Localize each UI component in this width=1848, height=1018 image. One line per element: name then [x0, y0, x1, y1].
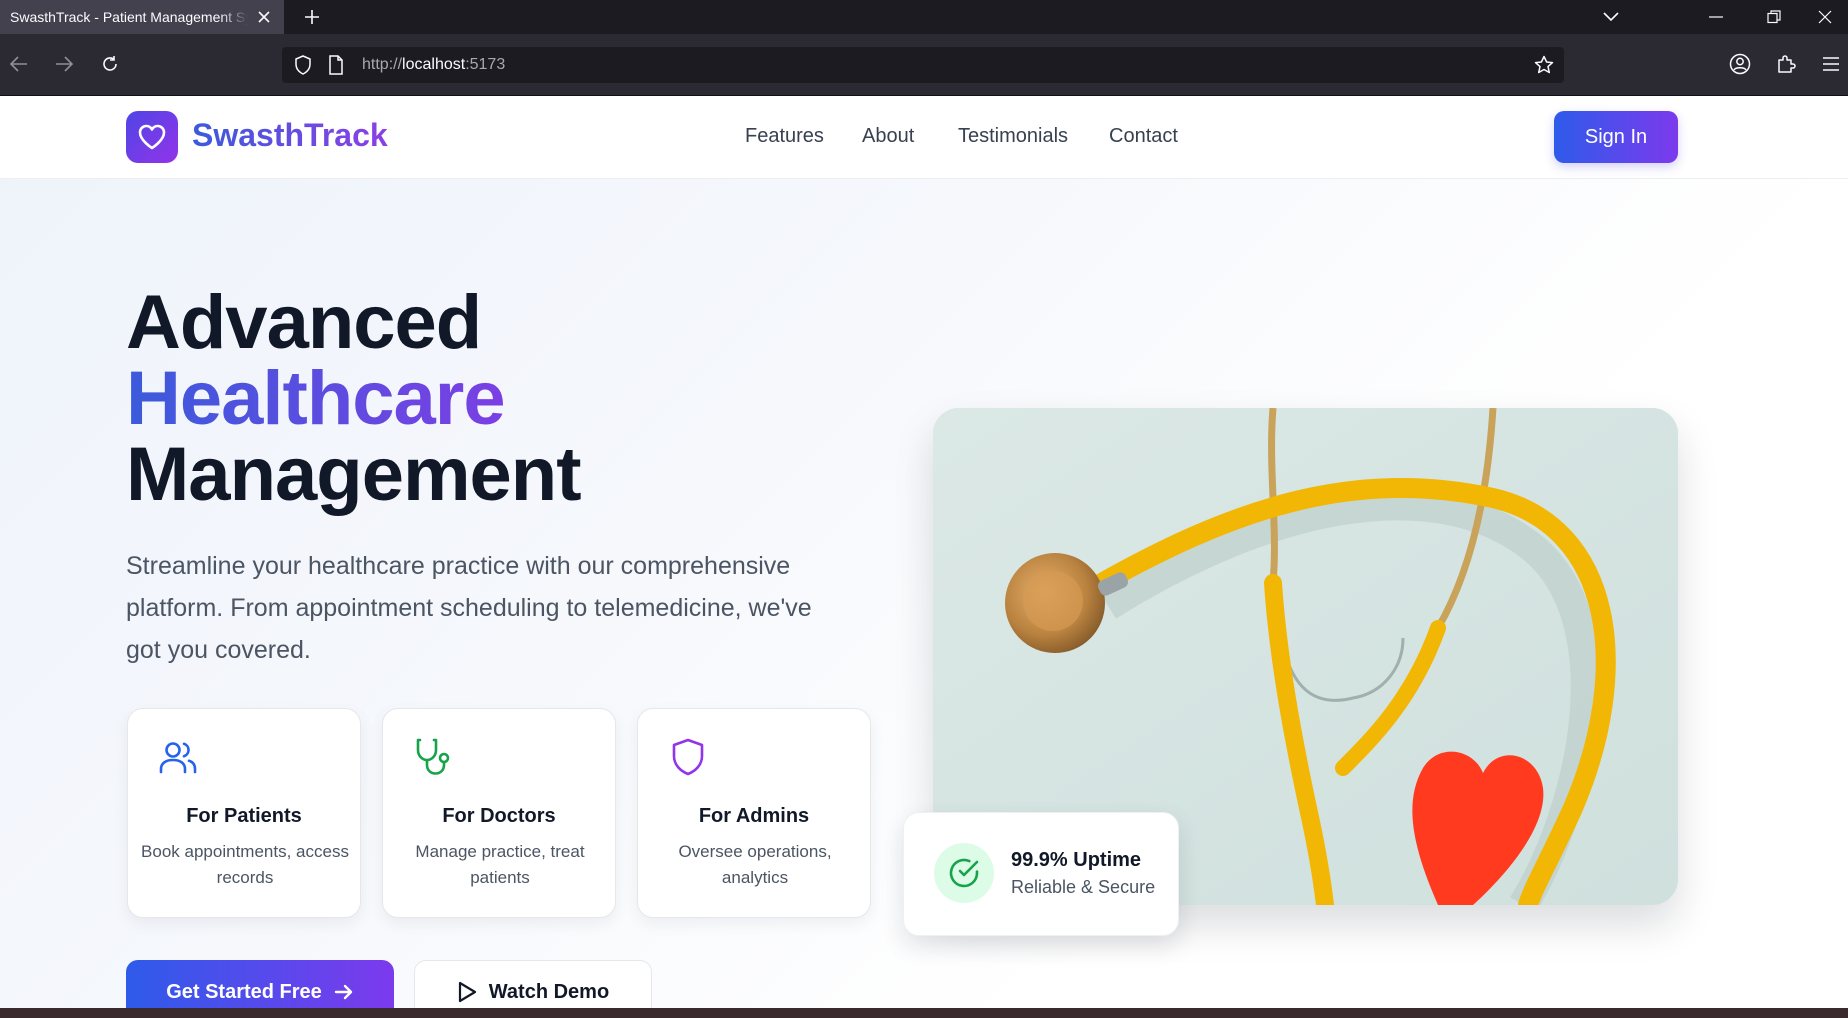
- watch-demo-label: Watch Demo: [488, 980, 610, 1003]
- tab-title: SwasthTrack - Patient Management System: [10, 9, 248, 25]
- shield-icon: [672, 738, 704, 776]
- card-description: Manage practice, treat patients: [415, 842, 585, 887]
- users-icon: [159, 742, 197, 774]
- watch-demo-button[interactable]: Watch Demo: [414, 960, 652, 1008]
- window-close-icon[interactable]: [1802, 0, 1848, 34]
- new-tab-icon[interactable]: [300, 5, 324, 29]
- sign-in-button[interactable]: Sign In: [1554, 111, 1678, 163]
- url-scheme: http://: [362, 56, 403, 73]
- arrow-right-icon: [334, 984, 352, 1000]
- nav-about[interactable]: About: [862, 125, 914, 148]
- url-host: localhost: [402, 56, 466, 73]
- forward-icon[interactable]: [48, 48, 80, 80]
- card-doctors[interactable]: For Doctors Manage practice, treat patie…: [382, 708, 616, 918]
- address-bar[interactable]: http://localhost:5173: [282, 47, 1564, 83]
- heart-icon: [138, 124, 166, 150]
- card-description: Book appointments, access records: [141, 842, 349, 887]
- nav-contact[interactable]: Contact: [1109, 125, 1178, 148]
- stethoscope-icon: [416, 738, 450, 775]
- tracking-shield-icon[interactable]: [294, 55, 312, 80]
- headline-line-1: Advanced: [126, 280, 482, 365]
- close-tab-icon[interactable]: [254, 7, 274, 27]
- card-title: For Patients: [186, 805, 302, 827]
- logo[interactable]: [126, 111, 178, 163]
- page-info-icon[interactable]: [328, 55, 344, 80]
- card-title: For Admins: [698, 805, 810, 827]
- bookmark-star-icon[interactable]: [1534, 55, 1554, 80]
- get-started-button[interactable]: Get Started Free: [126, 960, 394, 1008]
- url-text[interactable]: http://localhost:5173: [362, 56, 505, 74]
- headline-line-3: Management: [126, 432, 582, 517]
- nav-features[interactable]: Features: [745, 125, 824, 148]
- browser-tabbar: SwasthTrack - Patient Management System: [0, 0, 1848, 34]
- nav-testimonials[interactable]: Testimonials: [958, 125, 1068, 148]
- hero-description: Streamline your healthcare practice with…: [126, 552, 812, 664]
- brand-name[interactable]: SwasthTrack: [192, 117, 388, 154]
- menu-icon[interactable]: [1815, 48, 1847, 80]
- landing-page: SwasthTrack Features About Testimonials …: [0, 97, 1848, 1008]
- minimize-icon[interactable]: [1693, 0, 1739, 34]
- browser-navbar: http://localhost:5173: [0, 34, 1848, 96]
- card-title: For Doctors: [442, 805, 556, 827]
- os-taskbar: [0, 1008, 1848, 1018]
- tab-list-chevron-icon[interactable]: [1588, 0, 1634, 34]
- card-patients[interactable]: For Patients Book appointments, access r…: [127, 708, 361, 918]
- uptime-subtitle: Reliable & Secure: [1011, 877, 1156, 897]
- uptime-title: 99.9% Uptime: [1011, 849, 1142, 871]
- get-started-label: Get Started Free: [166, 980, 322, 1003]
- site-header: SwasthTrack Features About Testimonials …: [0, 97, 1848, 179]
- card-description: Oversee operations, analytics: [678, 842, 832, 887]
- headline-line-2: Healthcare: [126, 356, 506, 441]
- check-circle-icon: [934, 843, 994, 903]
- uptime-badge: 99.9% Uptime Reliable & Secure: [903, 812, 1179, 936]
- url-port: :5173: [465, 56, 506, 73]
- browser-tab[interactable]: SwasthTrack - Patient Management System: [0, 0, 284, 34]
- back-icon[interactable]: [3, 48, 35, 80]
- account-icon[interactable]: [1724, 48, 1756, 80]
- restore-icon[interactable]: [1751, 0, 1797, 34]
- card-admins[interactable]: For Admins Oversee operations, analytics: [637, 708, 871, 918]
- extensions-icon[interactable]: [1770, 48, 1802, 80]
- reload-icon[interactable]: [94, 48, 126, 80]
- play-icon: [458, 981, 476, 1003]
